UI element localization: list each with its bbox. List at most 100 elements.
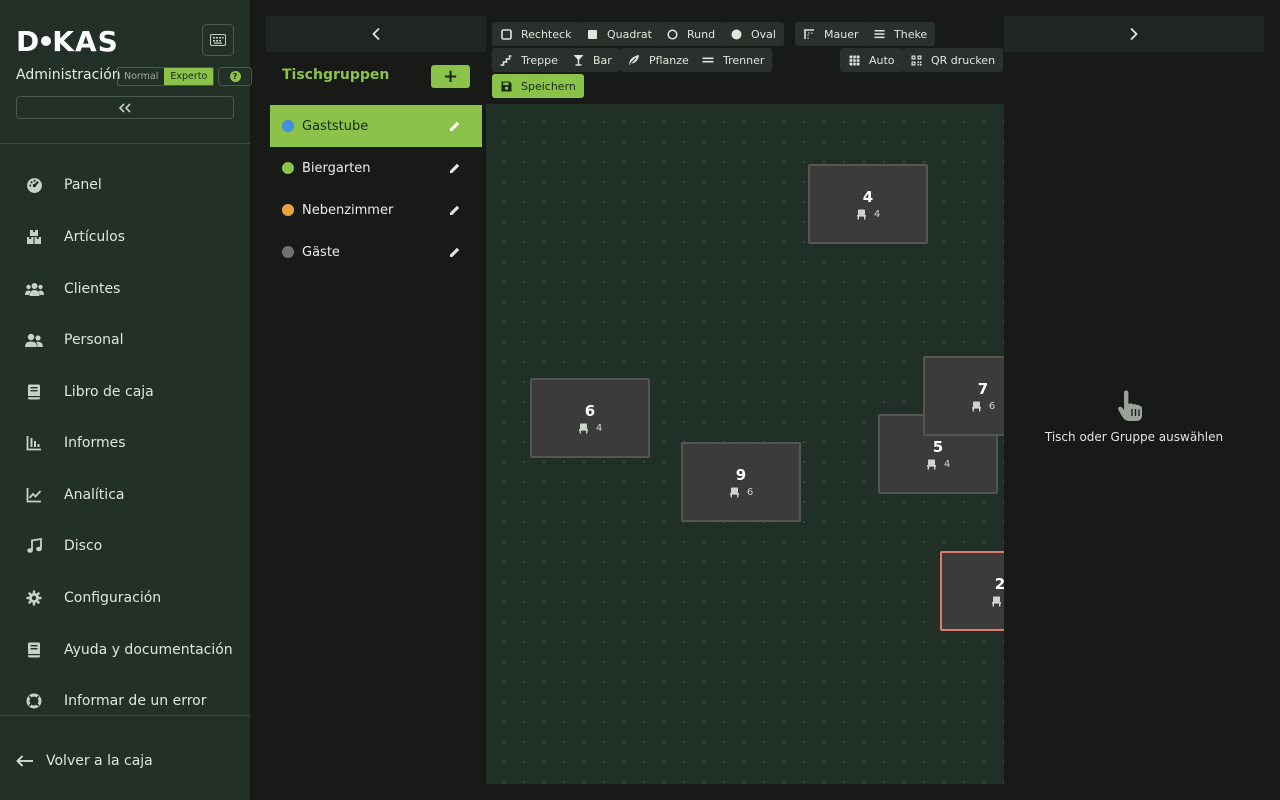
groups-panel: Tischgruppen + Gaststube Biergarten Nebe…	[266, 16, 486, 784]
qr-code-icon	[910, 54, 922, 66]
bar-chart-icon	[24, 433, 44, 453]
quadrat-label: Quadrat	[607, 27, 652, 41]
nav-label: Libro de caja	[64, 384, 154, 400]
oval-button[interactable]: Oval	[722, 22, 784, 46]
auto-label: Auto	[869, 53, 895, 67]
keyboard-icon	[210, 34, 226, 46]
group-item-nebenzimmer[interactable]: Nebenzimmer	[270, 189, 482, 231]
table-4[interactable]: 4 4	[808, 164, 928, 244]
floppy-disk-icon	[500, 80, 512, 92]
nav-label: Informes	[64, 435, 126, 451]
boxes-icon	[24, 227, 44, 247]
nav-label: Panel	[64, 177, 102, 193]
nav-item-disco[interactable]: Disco	[0, 521, 250, 571]
table-9[interactable]: 9 6	[681, 442, 801, 522]
mode-normal[interactable]: Normal	[118, 68, 164, 85]
app-root: D KAS Administración Normal Experto ? Pan…	[0, 0, 1280, 800]
treppe-label: Treppe	[521, 53, 558, 67]
nav-item-clientes[interactable]: Clientes	[0, 264, 250, 314]
auto-button[interactable]: Auto	[840, 48, 903, 72]
bar-button[interactable]: Bar	[564, 48, 620, 72]
group-color-dot	[282, 120, 294, 132]
group-item-gaststube[interactable]: Gaststube	[270, 105, 482, 147]
add-group-button[interactable]: +	[431, 65, 470, 88]
seat-count: 4	[595, 423, 603, 434]
collapse-sidebar-button[interactable]	[16, 96, 234, 119]
question-icon: ?	[229, 71, 241, 82]
chevron-right-icon	[1130, 27, 1138, 41]
divider	[0, 143, 250, 144]
nav-label: Informar de un error	[64, 693, 207, 709]
group-color-dot	[282, 204, 294, 216]
rund-button[interactable]: Rund	[658, 22, 724, 46]
nav-item-articulos[interactable]: Artículos	[0, 212, 250, 262]
seat-count: 6	[988, 401, 996, 412]
pflanze-button[interactable]: Pflanze	[620, 48, 697, 72]
group-item-gaeste[interactable]: Gäste	[270, 231, 482, 273]
seat-count: 4	[943, 459, 951, 470]
pflanze-label: Pflanze	[649, 53, 689, 67]
nav-item-libro-de-caja[interactable]: Libro de caja	[0, 367, 250, 417]
plus-icon: +	[442, 66, 459, 87]
edit-icon[interactable]	[448, 245, 462, 259]
gear-icon	[24, 588, 44, 608]
theke-button[interactable]: Theke	[865, 22, 936, 46]
qr-drucken-button[interactable]: QR drucken	[902, 48, 1004, 72]
sidebar: D KAS Administración Normal Experto ? Pan…	[0, 0, 252, 800]
collapse-groups-button[interactable]	[266, 16, 486, 52]
nav-item-informar-error[interactable]: Informar de un error	[0, 676, 250, 726]
rechteck-button[interactable]: Rechteck	[492, 22, 580, 46]
chair-icon	[992, 596, 1001, 607]
edit-icon[interactable]	[448, 161, 462, 175]
rund-label: Rund	[687, 27, 716, 41]
edit-icon[interactable]	[448, 203, 462, 217]
table-seats: 4	[578, 423, 602, 434]
mauer-button[interactable]: Mauer	[795, 22, 867, 46]
back-to-register-link[interactable]: Volver a la caja	[16, 748, 153, 774]
trenner-button[interactable]: Trenner	[694, 48, 773, 72]
leaf-icon	[628, 54, 640, 66]
table-number: 2	[994, 575, 1004, 593]
nav-label: Configuración	[64, 590, 162, 606]
nav-item-informes[interactable]: Informes	[0, 418, 250, 468]
table-6[interactable]: 6 4	[530, 378, 650, 458]
users-icon	[24, 279, 44, 299]
treppe-button[interactable]: Treppe	[492, 48, 566, 72]
save-button[interactable]: Speichern	[492, 74, 584, 98]
table-seats: 6	[729, 487, 753, 498]
nav-item-configuracion[interactable]: Configuración	[0, 573, 250, 623]
cocktail-icon	[572, 54, 584, 66]
group-item-biergarten[interactable]: Biergarten	[270, 147, 482, 189]
collapse-details-button[interactable]	[1004, 16, 1264, 52]
dashboard-icon	[24, 175, 44, 195]
wall-icon	[803, 28, 815, 40]
nav-item-panel[interactable]: Panel	[0, 160, 250, 210]
table-seats: 4	[926, 459, 950, 470]
keyboard-button[interactable]	[202, 24, 234, 56]
floorplan-toolbar: Rechteck Quadrat Rund Oval Mauer Theke T…	[486, 16, 1004, 104]
table-2[interactable]: 2	[940, 551, 1004, 631]
nav-item-analitica[interactable]: Analítica	[0, 470, 250, 520]
group-label: Gäste	[302, 244, 340, 260]
quadrat-button[interactable]: Quadrat	[578, 22, 660, 46]
table-number: 6	[584, 402, 596, 420]
nav-label: Personal	[64, 332, 124, 348]
nav-item-personal[interactable]: Personal	[0, 315, 250, 365]
floorplan-canvas[interactable]: 4 4 6 4 9 6 5 4 7 6 2	[486, 104, 1004, 784]
bar-label: Bar	[593, 53, 612, 67]
nav-label: Disco	[64, 538, 103, 554]
help-button[interactable]: ?	[218, 67, 252, 86]
divider-icon	[702, 54, 714, 66]
mode-experto[interactable]: Experto	[164, 68, 214, 85]
help-book-icon	[24, 640, 44, 660]
edit-icon[interactable]	[448, 119, 462, 133]
nav-item-ayuda[interactable]: Ayuda y documentación	[0, 625, 250, 675]
table-7[interactable]: 7 6	[923, 356, 1004, 436]
divider	[0, 715, 250, 716]
chair-icon	[856, 209, 866, 220]
theke-label: Theke	[894, 27, 928, 41]
qr-drucken-label: QR drucken	[931, 53, 996, 67]
table-seats	[991, 596, 1004, 607]
table-seats: 6	[971, 401, 995, 412]
counter-icon	[873, 28, 885, 40]
